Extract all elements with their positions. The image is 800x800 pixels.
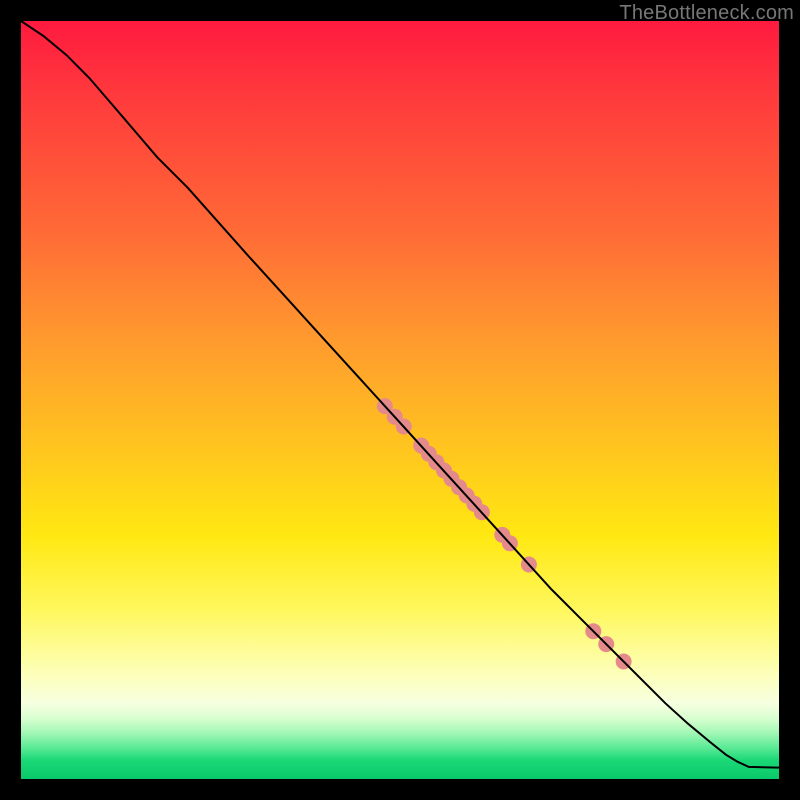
chart-overlay — [21, 21, 779, 779]
curve-line — [21, 21, 779, 768]
watermark-text: TheBottleneck.com — [619, 2, 794, 25]
chart-stage: TheBottleneck.com — [0, 0, 800, 800]
